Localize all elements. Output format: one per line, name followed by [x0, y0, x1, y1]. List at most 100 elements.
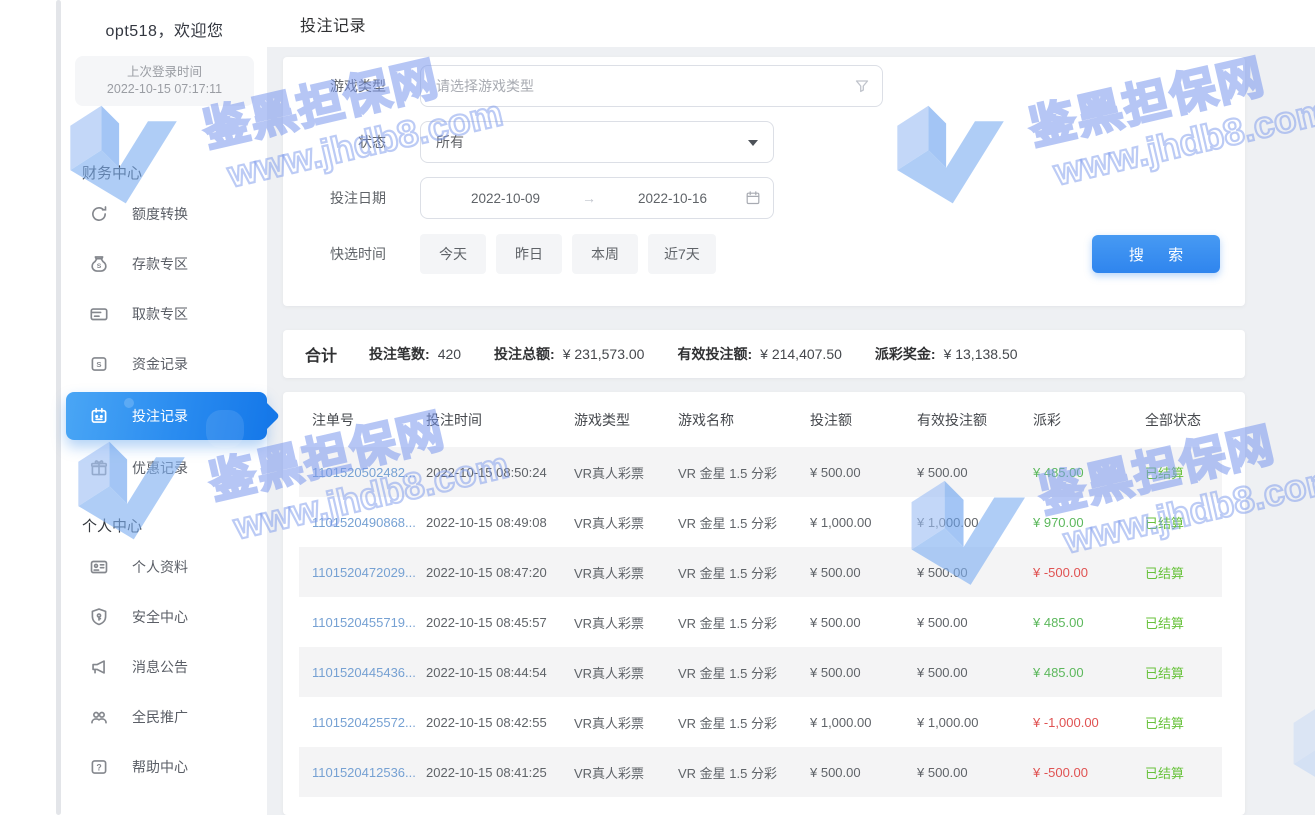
bet-amount: ¥ 1,000.00 — [810, 515, 917, 530]
bet-time: 2022-10-15 08:45:57 — [426, 615, 574, 630]
status-badge: 已结算 — [1145, 463, 1222, 482]
col-header-valid-amount: 有效投注额 — [917, 410, 1033, 430]
quick-today-button[interactable]: 今天 — [420, 234, 486, 274]
page-title: 投注记录 — [300, 12, 366, 36]
game-name: VR 金星 1.5 分彩 — [678, 663, 810, 682]
sidebar-item-label: 优惠记录 — [132, 458, 188, 478]
search-button[interactable]: 搜 索 — [1092, 235, 1220, 273]
bet-time: 2022-10-15 08:50:24 — [426, 465, 574, 480]
sidebar-item-label: 额度转换 — [132, 204, 188, 224]
status-label: 状态 — [283, 132, 386, 152]
bet-id-link[interactable]: 1101520445436... — [312, 665, 426, 680]
sidebar-item-announcements[interactable]: 消息公告 — [62, 642, 267, 692]
sidebar-item-label: 个人资料 — [132, 557, 188, 577]
payout-amount: ¥ -1,000.00 — [1033, 715, 1145, 730]
topbar: 投注记录 — [267, 0, 1315, 47]
game-type: VR真人彩票 — [574, 713, 678, 732]
game-type: VR真人彩票 — [574, 763, 678, 782]
payout-amount: ¥ 970.00 — [1033, 515, 1145, 530]
funds-record-icon: S — [88, 353, 110, 375]
quick-this-week-button[interactable]: 本周 — [572, 234, 638, 274]
bank-card-icon — [88, 303, 110, 325]
valid-amount: ¥ 1,000.00 — [917, 515, 1033, 530]
game-name: VR 金星 1.5 分彩 — [678, 463, 810, 482]
bet-records-table: 注单号 投注时间 游戏类型 游戏名称 投注额 有效投注额 派彩 全部状态 110… — [283, 392, 1245, 815]
bet-id-link[interactable]: 1101520425572... — [312, 715, 426, 730]
sidebar-item-withdraw[interactable]: 取款专区 — [62, 289, 267, 339]
summary-bet-total: 投注总额: ¥ 231,573.00 — [494, 344, 644, 364]
bet-time: 2022-10-15 08:49:08 — [426, 515, 574, 530]
bet-amount: ¥ 500.00 — [810, 565, 917, 580]
bet-id-link[interactable]: 1101520472029... — [312, 565, 426, 580]
bet-id-link[interactable]: 1101520455719... — [312, 615, 426, 630]
valid-amount: ¥ 500.00 — [917, 765, 1033, 780]
bet-id-link[interactable]: 1101520412536... — [312, 765, 426, 780]
bet-id-link[interactable]: 1101520502482... — [312, 465, 426, 480]
status-row: 状态 所有 — [283, 121, 1245, 163]
sidebar-item-help[interactable]: ? 帮助中心 — [62, 742, 267, 792]
game-name: VR 金星 1.5 分彩 — [678, 563, 810, 582]
summary-total-label: 合计 — [305, 342, 337, 366]
personal-nav: 个人资料 安全中心 消息公告 — [62, 542, 267, 792]
sidebar-item-funds-record[interactable]: S 资金记录 — [62, 339, 267, 389]
table-row: 1101520490868... 2022-10-15 08:49:08 VR真… — [299, 497, 1222, 547]
payout-amount: ¥ -500.00 — [1033, 765, 1145, 780]
table-row: 1101520445436... 2022-10-15 08:44:54 VR真… — [299, 647, 1222, 697]
chevron-down-icon — [748, 140, 758, 146]
sidebar-item-profile[interactable]: 个人资料 — [62, 542, 267, 592]
welcome-text: opt518，欢迎您 — [62, 0, 267, 41]
sidebar-section-personal: 个人中心 — [82, 515, 267, 536]
last-login-time: 2022-10-15 07:17:11 — [79, 81, 250, 98]
table-row: 1101520455719... 2022-10-15 08:45:57 VR真… — [299, 597, 1222, 647]
bet-id-link[interactable]: 1101520490868... — [312, 515, 426, 530]
game-type: VR真人彩票 — [574, 663, 678, 682]
quick-last-7-days-button[interactable]: 近7天 — [648, 234, 716, 274]
sidebar-item-label: 存款专区 — [132, 254, 188, 274]
col-header-bet-time: 投注时间 — [426, 410, 574, 430]
filter-panel: 游戏类型 请选择游戏类型 状态 所有 投注日期 2022-10-09 → 202… — [283, 57, 1245, 306]
people-icon — [88, 706, 110, 728]
date-range-arrow: → — [578, 190, 600, 206]
summary-valid-bet: 有效投注额: ¥ 214,407.50 — [677, 344, 841, 364]
sidebar-item-label: 帮助中心 — [132, 757, 188, 777]
date-row: 投注日期 2022-10-09 → 2022-10-16 — [283, 177, 1245, 219]
shield-icon — [88, 606, 110, 628]
status-value[interactable]: 所有 — [420, 121, 774, 163]
sidebar-item-bet-records[interactable]: 投注记录 — [66, 392, 267, 440]
bet-time: 2022-10-15 08:44:54 — [426, 665, 574, 680]
gift-icon — [88, 457, 110, 479]
sidebar-item-quota-convert[interactable]: 额度转换 — [62, 189, 267, 239]
col-header-game-type: 游戏类型 — [574, 410, 678, 430]
status-select[interactable]: 所有 — [420, 121, 774, 163]
summary-bet-count: 投注笔数: 420 — [369, 344, 461, 364]
date-start-input[interactable]: 2022-10-09 — [433, 191, 578, 206]
game-type-select[interactable]: 请选择游戏类型 — [420, 65, 883, 107]
game-name: VR 金星 1.5 分彩 — [678, 613, 810, 632]
sidebar-item-promo-record[interactable]: 优惠记录 — [62, 443, 267, 493]
sidebar-item-label: 资金记录 — [132, 354, 188, 374]
id-card-icon — [88, 556, 110, 578]
date-label: 投注日期 — [283, 188, 386, 208]
summary-payout-bonus: 派彩奖金: ¥ 13,138.50 — [875, 344, 1018, 364]
game-type: VR真人彩票 — [574, 563, 678, 582]
status-badge: 已结算 — [1145, 713, 1222, 732]
game-type: VR真人彩票 — [574, 613, 678, 632]
col-header-bet-id: 注单号 — [312, 410, 426, 430]
bet-time: 2022-10-15 08:42:55 — [426, 715, 574, 730]
date-end-input[interactable]: 2022-10-16 — [600, 191, 745, 206]
status-badge: 已结算 — [1145, 613, 1222, 632]
date-range-picker[interactable]: 2022-10-09 → 2022-10-16 — [420, 177, 774, 219]
game-type-placeholder[interactable]: 请选择游戏类型 — [420, 65, 883, 107]
sidebar-item-security[interactable]: 安全中心 — [62, 592, 267, 642]
svg-text:S: S — [96, 360, 101, 369]
summary-bar: 合计 投注笔数: 420 投注总额: ¥ 231,573.00 有效投注额: ¥… — [283, 330, 1245, 378]
payout-amount: ¥ -500.00 — [1033, 565, 1145, 580]
valid-amount: ¥ 500.00 — [917, 615, 1033, 630]
quick-yesterday-button[interactable]: 昨日 — [496, 234, 562, 274]
megaphone-icon — [88, 656, 110, 678]
sidebar-item-deposit[interactable]: S 存款专区 — [62, 239, 267, 289]
help-icon: ? — [88, 756, 110, 778]
svg-text:?: ? — [96, 762, 101, 772]
table-body: 1101520502482... 2022-10-15 08:50:24 VR真… — [283, 447, 1245, 797]
sidebar-item-referral[interactable]: 全民推广 — [62, 692, 267, 742]
